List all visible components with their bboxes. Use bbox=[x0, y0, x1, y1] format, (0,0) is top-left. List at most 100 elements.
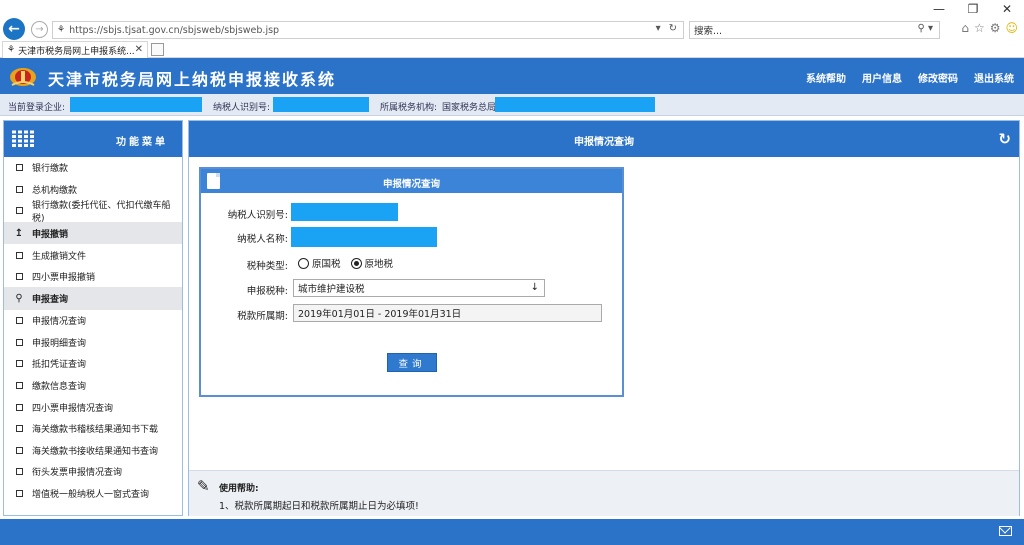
nav-user-info[interactable]: 用户信息 bbox=[862, 70, 902, 85]
browser-chrome: — ❐ ✕ ← → ⚘ https://sbjs.tjsat.gov.cn/sb… bbox=[0, 0, 1024, 40]
taxpayer-name-field[interactable] bbox=[291, 227, 437, 247]
pen-icon: ✎ bbox=[197, 477, 210, 495]
sidebar-item-four-ticket-status-query[interactable]: 四小票申报情况查询 bbox=[4, 396, 182, 418]
bullet-square-icon bbox=[16, 338, 23, 346]
menu-label: 衔头发票申报情况查询 bbox=[32, 468, 123, 479]
taxpayer-id-field-label: 纳税人识别号: bbox=[227, 210, 288, 221]
down-arrow-icon: ↓ bbox=[530, 282, 539, 293]
radio-national-tax[interactable]: 原国税 bbox=[298, 256, 341, 270]
app-title: 天津市税务局网上纳税申报接收系统 bbox=[48, 70, 337, 89]
smiley-feedback-icon[interactable]: ☺ bbox=[1005, 21, 1018, 35]
sidebar-item-generate-cancel-file[interactable]: 生成撤销文件 bbox=[4, 244, 182, 266]
sidebar-item-vat-one-window-query[interactable]: 增值税一般纳税人一窗式查询 bbox=[4, 483, 182, 505]
query-form-header: 申报情况查询 bbox=[201, 169, 622, 193]
sidebar-title: 功能菜单 bbox=[116, 137, 168, 148]
sidebar-item-customs-audit-download[interactable]: 海关缴款书稽核结果通知书下载 bbox=[4, 418, 182, 440]
sidebar-item-head-office-payment[interactable]: 总机构缴款 bbox=[4, 179, 182, 201]
reload-icon[interactable]: ↻ bbox=[669, 23, 677, 34]
browser-toolbar: ⌂ ☆ ⚙ ☺ bbox=[961, 21, 1018, 35]
tax-office-label: 所属税务机构: bbox=[380, 103, 438, 113]
tax-kind-select[interactable]: 城市维护建设税 ↓ bbox=[293, 279, 545, 297]
sidebar-item-bank-payment-vehicle[interactable]: 银行缴款(委托代征、代扣代缴车船税) bbox=[4, 200, 182, 224]
menu-label: 生成撤销文件 bbox=[32, 251, 87, 262]
sidebar-item-declaration-detail-query[interactable]: 申报明细查询 bbox=[4, 332, 182, 354]
radio-local-tax[interactable]: 原地税 bbox=[350, 256, 394, 270]
new-tab-icon[interactable] bbox=[151, 43, 164, 56]
sidebar-item-invoice-status-query[interactable]: 衔头发票申报情况查询 bbox=[4, 461, 182, 483]
search-icon[interactable]: ⚲ ▾ bbox=[917, 23, 933, 34]
home-icon[interactable]: ⌂ bbox=[961, 21, 969, 35]
app-header: 天津市税务局网上纳税申报接收系统 系统帮助 用户信息 修改密码 退出系统 bbox=[0, 58, 1024, 94]
radio-unchecked-icon bbox=[298, 257, 309, 269]
browser-tab[interactable]: ⚘ 天津市税务局网上申报系统... ✕ bbox=[2, 41, 148, 58]
footer bbox=[0, 519, 1024, 545]
header-nav: 系统帮助 用户信息 修改密码 退出系统 bbox=[806, 70, 1014, 85]
menu-label: 四小票申报撤销 bbox=[32, 273, 96, 284]
nav-system-help[interactable]: 系统帮助 bbox=[806, 70, 846, 85]
bullet-square-icon bbox=[16, 403, 23, 411]
upload-tray-icon: ↥ bbox=[14, 227, 24, 239]
period-value: 2019年01月01日 - 2019年01月31日 bbox=[298, 309, 462, 320]
menu-label: 缴款信息查询 bbox=[32, 382, 87, 393]
taxpayer-id-label: 纳税人识别号: bbox=[213, 103, 271, 113]
tax-kind-label: 申报税种: bbox=[246, 286, 288, 297]
bullet-square-icon bbox=[16, 273, 23, 281]
browser-search-input[interactable]: 搜索... ⚲ ▾ bbox=[689, 21, 940, 39]
restore-icon[interactable]: ❐ bbox=[956, 0, 990, 18]
tax-office-redacted bbox=[495, 97, 655, 112]
query-form-title: 申报情况查询 bbox=[382, 179, 440, 190]
site-favicon-icon: ⚘ bbox=[57, 25, 66, 35]
tax-type-label: 税种类型: bbox=[246, 261, 288, 272]
sidebar-group-cancel[interactable]: ↥ 申报撤销 bbox=[4, 221, 182, 245]
bullet-square-icon bbox=[16, 251, 23, 259]
taxpayer-id-field[interactable] bbox=[291, 203, 398, 221]
favorites-star-icon[interactable]: ☆ bbox=[974, 21, 985, 35]
close-icon[interactable]: ✕ bbox=[990, 0, 1024, 18]
search-placeholder: 搜索... bbox=[694, 26, 723, 37]
taxpayer-name-field-label: 纳税人名称: bbox=[237, 234, 288, 245]
minimize-icon[interactable]: — bbox=[922, 0, 956, 18]
panel-title: 申报情况查询 bbox=[574, 137, 634, 148]
bullet-square-icon bbox=[16, 468, 23, 476]
period-label: 税款所属期: bbox=[237, 311, 288, 322]
group-label: 申报撤销 bbox=[32, 229, 69, 240]
bullet-square-icon bbox=[16, 207, 23, 215]
tax-kind-value: 城市维护建设税 bbox=[298, 284, 365, 295]
company-label: 当前登录企业: bbox=[8, 103, 66, 113]
menu-label: 海关缴款书稽核结果通知书下载 bbox=[32, 425, 159, 436]
sidebar-item-bank-payment[interactable]: 银行缴款 bbox=[4, 157, 182, 179]
nav-logout[interactable]: 退出系统 bbox=[974, 70, 1014, 85]
bullet-square-icon bbox=[16, 185, 23, 193]
bullet-square-icon bbox=[16, 425, 23, 433]
sidebar-item-deduction-voucher-query[interactable]: 抵扣凭证查询 bbox=[4, 353, 182, 375]
sidebar-item-declaration-status-query[interactable]: 申报情况查询 bbox=[4, 310, 182, 332]
sidebar-item-four-ticket-cancel[interactable]: 四小票申报撤销 bbox=[4, 266, 182, 288]
sidebar-item-payment-info-query[interactable]: 缴款信息查询 bbox=[4, 375, 182, 397]
dropdown-icon[interactable]: ▾ bbox=[656, 23, 661, 34]
bullet-square-icon bbox=[16, 490, 23, 498]
forward-arrow-icon[interactable]: → bbox=[31, 21, 48, 38]
address-url[interactable]: https://sbjs.tjsat.gov.cn/sbjsweb/sbjswe… bbox=[69, 25, 279, 36]
tax-type-radio-group: 原国税 原地税 bbox=[298, 256, 393, 270]
nav-change-password[interactable]: 修改密码 bbox=[918, 70, 958, 85]
window-controls: — ❐ ✕ bbox=[922, 0, 1024, 18]
address-bar[interactable]: ⚘ https://sbjs.tjsat.gov.cn/sbjsweb/sbjs… bbox=[52, 21, 684, 39]
mail-icon[interactable] bbox=[999, 526, 1012, 536]
sidebar-item-customs-receipt-query[interactable]: 海关缴款书接收结果通知书查询 bbox=[4, 440, 182, 462]
tax-type-row: 税种类型: 原国税 原地税 bbox=[201, 254, 622, 274]
login-info-bar: 当前登录企业: 纳税人识别号: 所属税务机构: 国家税务总局 bbox=[0, 94, 1024, 116]
tab-close-icon[interactable]: ✕ bbox=[135, 44, 143, 55]
back-arrow-icon[interactable]: ← bbox=[3, 18, 25, 40]
refresh-icon[interactable]: ↻ bbox=[998, 130, 1011, 148]
menu-label: 总机构缴款 bbox=[32, 185, 78, 196]
bullet-square-icon bbox=[16, 317, 23, 325]
tab-title: 天津市税务局网上申报系统... bbox=[18, 46, 135, 57]
sidebar-group-query[interactable]: ⚲ 申报查询 bbox=[4, 287, 182, 310]
settings-gear-icon[interactable]: ⚙ bbox=[990, 21, 1001, 35]
period-input[interactable]: 2019年01月01日 - 2019年01月31日 bbox=[293, 304, 602, 322]
menu-label: 增值税一般纳税人一窗式查询 bbox=[32, 490, 150, 501]
radio-label: 原地税 bbox=[364, 259, 394, 270]
panel-header: 申报情况查询 ↻ bbox=[189, 121, 1019, 157]
help-section: ✎ 使用帮助: 1、税款所属期起日和税款所属期止日为必填项! bbox=[189, 470, 1019, 516]
query-button[interactable]: 查询 bbox=[387, 353, 437, 372]
